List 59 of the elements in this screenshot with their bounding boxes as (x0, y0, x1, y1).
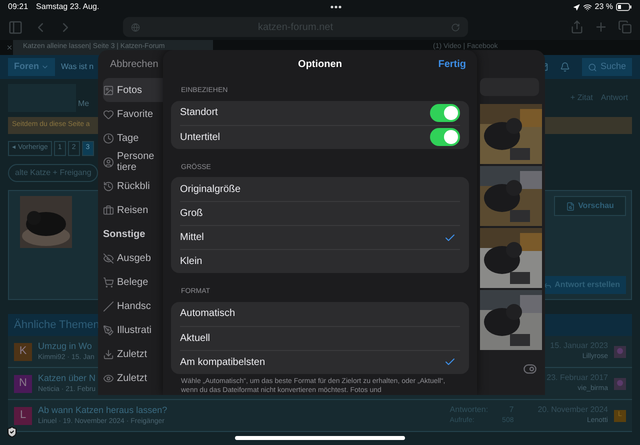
section-header: Sonstige (103, 228, 146, 242)
location-icon (572, 4, 580, 10)
person-icon (103, 156, 114, 168)
album-item[interactable]: Belege (103, 270, 163, 294)
download-icon (103, 348, 114, 360)
heart-icon (103, 108, 114, 120)
toggle-switch[interactable] (430, 128, 460, 146)
more-dots-icon[interactable] (330, 5, 342, 9)
option-row[interactable]: Am kompatibelsten (180, 350, 460, 374)
share-icon[interactable] (570, 20, 584, 34)
option-row[interactable]: Untertitel (180, 124, 460, 148)
album-item[interactable]: Zuletzt (103, 366, 163, 390)
wifi-icon (582, 2, 592, 12)
toggle-icon[interactable] (523, 362, 537, 376)
sidebar-icon[interactable] (8, 20, 23, 34)
album-item[interactable]: Persone tiere (103, 150, 163, 174)
battery-percent: 23 % (594, 1, 613, 13)
history-icon (103, 180, 114, 192)
option-row[interactable]: Mittel (180, 225, 460, 249)
avatar: L (14, 406, 32, 424)
option-row[interactable]: Aktuell (180, 326, 460, 350)
album-item[interactable]: Reisen (103, 198, 163, 222)
toggle-switch[interactable] (430, 104, 460, 122)
sidebar-label: Me (78, 98, 90, 110)
bell-icon[interactable] (560, 62, 570, 72)
whats-new-tab[interactable]: Was ist n (59, 61, 96, 73)
slash-icon (103, 300, 114, 312)
album-item[interactable]: Rückbli (103, 174, 163, 198)
option-row[interactable]: Originalgröße (180, 177, 460, 201)
done-button[interactable]: Fertig (438, 56, 466, 72)
clock-icon (103, 132, 114, 144)
close-tab-icon[interactable] (6, 44, 13, 51)
search-icon (588, 62, 598, 72)
hidden-eye-icon (103, 252, 114, 264)
photo-icon (103, 84, 114, 96)
tabs-icon[interactable] (618, 20, 632, 34)
battery-icon (616, 3, 632, 11)
avatar: K (14, 342, 32, 360)
user-avatar (614, 346, 626, 358)
reload-icon[interactable] (450, 22, 460, 32)
eye-icon (103, 372, 114, 384)
pen-icon (103, 324, 114, 336)
album-item[interactable]: Zuletzt (103, 342, 163, 366)
reply-icon (542, 280, 552, 290)
globe-icon (131, 22, 140, 32)
preview-icon (566, 202, 576, 210)
status-date: Samstag 23. Aug. (36, 1, 100, 13)
album-item[interactable]: Ausgeb (103, 246, 163, 270)
caret-icon (41, 63, 50, 71)
new-tab-icon[interactable] (594, 20, 608, 34)
sheet-title: Optionen (298, 58, 342, 72)
status-time: 09:21 (8, 1, 28, 13)
avatar: N (14, 374, 32, 392)
album-item[interactable]: Fotos (103, 78, 163, 102)
user-avatar (614, 378, 626, 390)
cart-icon (103, 276, 114, 288)
option-row[interactable]: Klein (180, 249, 460, 273)
option-row[interactable]: Groß (180, 201, 460, 225)
suitcase-icon (103, 204, 114, 216)
